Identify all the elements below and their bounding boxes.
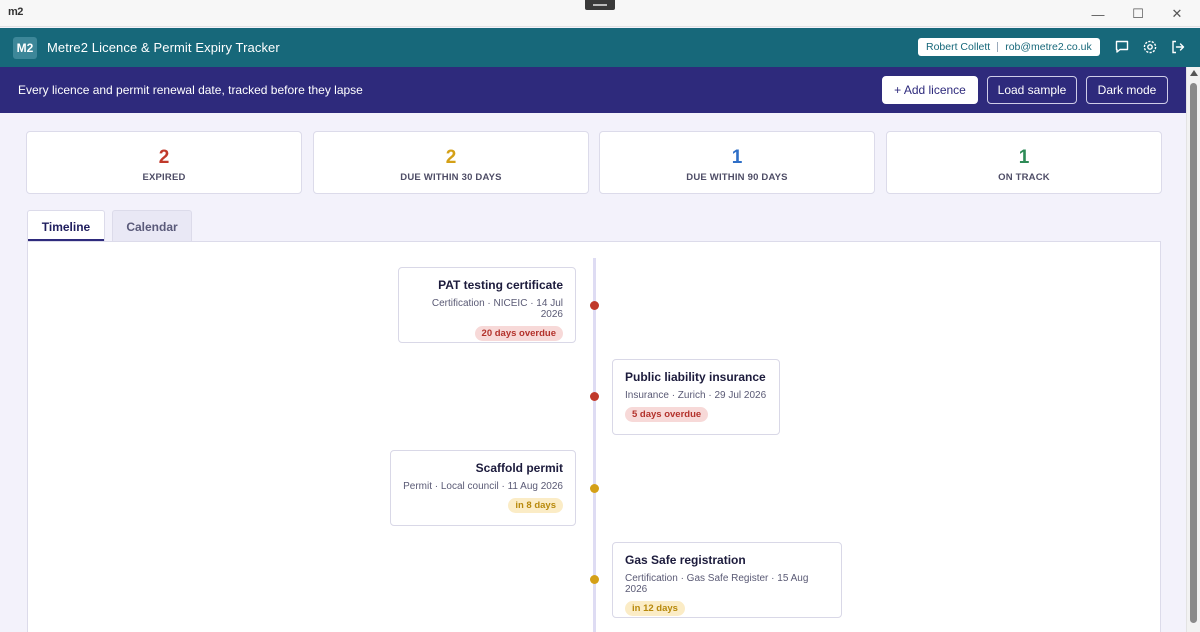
user-name: Robert Collett: [926, 41, 991, 53]
timeline-dot: [590, 484, 599, 493]
card-title: Scaffold permit: [475, 461, 563, 475]
card-title: Gas Safe registration: [625, 553, 746, 567]
stat-label: DUE WITHIN 30 DAYS: [400, 172, 502, 183]
app-badge: M2: [13, 36, 37, 59]
settings-icon[interactable]: [1142, 39, 1158, 55]
timeline-card-pat-testing[interactable]: PAT testing certificate Certification · …: [398, 267, 576, 343]
user-chip[interactable]: Robert Collett rob@metre2.co.uk: [918, 38, 1100, 56]
timeline-dot: [590, 301, 599, 310]
app-logo: m2: [8, 6, 23, 18]
timeline-card-public-liability[interactable]: Public liability insurance Insurance · Z…: [612, 359, 780, 435]
user-email: rob@metre2.co.uk: [1005, 41, 1092, 53]
card-meta: Certification · Gas Safe Register · 15 A…: [625, 573, 809, 595]
stat-label: ON TRACK: [998, 172, 1050, 183]
stat-value: 2: [158, 147, 170, 168]
scrollbar[interactable]: [1186, 67, 1200, 632]
stat-card-due-30: 2 DUE WITHIN 30 DAYS: [313, 131, 589, 194]
status-badge: 20 days overdue: [474, 326, 563, 341]
logout-icon[interactable]: [1170, 39, 1186, 55]
chat-icon[interactable]: [1114, 39, 1130, 55]
stat-value: 1: [731, 147, 743, 168]
minimize-button[interactable]: —: [1086, 4, 1110, 24]
stat-card-expired: 2 EXPIRED: [26, 131, 302, 194]
stat-value: 1: [1018, 147, 1030, 168]
stat-card-due-90: 1 DUE WITHIN 90 DAYS: [599, 131, 875, 194]
card-meta: Insurance · Zurich · 29 Jul 2026: [625, 390, 767, 401]
status-badge: in 12 days: [625, 601, 685, 616]
stat-label: DUE WITHIN 90 DAYS: [686, 172, 788, 183]
load-sample-button[interactable]: Load sample: [987, 76, 1077, 104]
timeline-card-scaffold-permit[interactable]: Scaffold permit Permit · Local council ·…: [390, 450, 576, 526]
status-badge: 5 days overdue: [625, 407, 709, 422]
add-licence-button[interactable]: + Add licence: [882, 76, 978, 104]
dark-mode-button[interactable]: Dark mode: [1086, 76, 1168, 104]
divider: [997, 42, 999, 52]
card-title: PAT testing certificate: [438, 278, 563, 292]
window-title-bar: m2 — ☐ ✕: [0, 0, 1200, 27]
card-meta: Permit · Local council · 11 Aug 2026: [403, 481, 563, 492]
tagline: Every licence and permit renewal date, t…: [18, 83, 363, 97]
tab-timeline[interactable]: Timeline: [27, 210, 105, 242]
tab-calendar[interactable]: Calendar: [112, 210, 192, 242]
close-window-button[interactable]: ✕: [1165, 4, 1189, 24]
card-title: Public liability insurance: [625, 370, 766, 384]
stat-value: 2: [445, 147, 457, 168]
scroll-up-icon[interactable]: [1190, 70, 1198, 76]
timeline-card-gas-safe[interactable]: Gas Safe registration Certification · Ga…: [612, 542, 842, 618]
status-badge: in 8 days: [508, 498, 563, 513]
app-header: M2 Metre2 Licence & Permit Expiry Tracke…: [0, 28, 1200, 67]
card-meta: Certification · NICEIC · 14 Jul 2026: [431, 298, 563, 320]
stat-card-on-track: 1 ON TRACK: [886, 131, 1162, 194]
banner: Every licence and permit renewal date, t…: [0, 67, 1186, 113]
timeline-dot: [590, 575, 599, 584]
maximize-button[interactable]: ☐: [1126, 4, 1150, 24]
window-drag-handle[interactable]: [585, 0, 615, 10]
app-title: Metre2 Licence & Permit Expiry Tracker: [47, 40, 280, 55]
timeline-dot: [590, 392, 599, 401]
stat-label: EXPIRED: [142, 172, 186, 183]
scrollbar-thumb[interactable]: [1190, 83, 1197, 623]
